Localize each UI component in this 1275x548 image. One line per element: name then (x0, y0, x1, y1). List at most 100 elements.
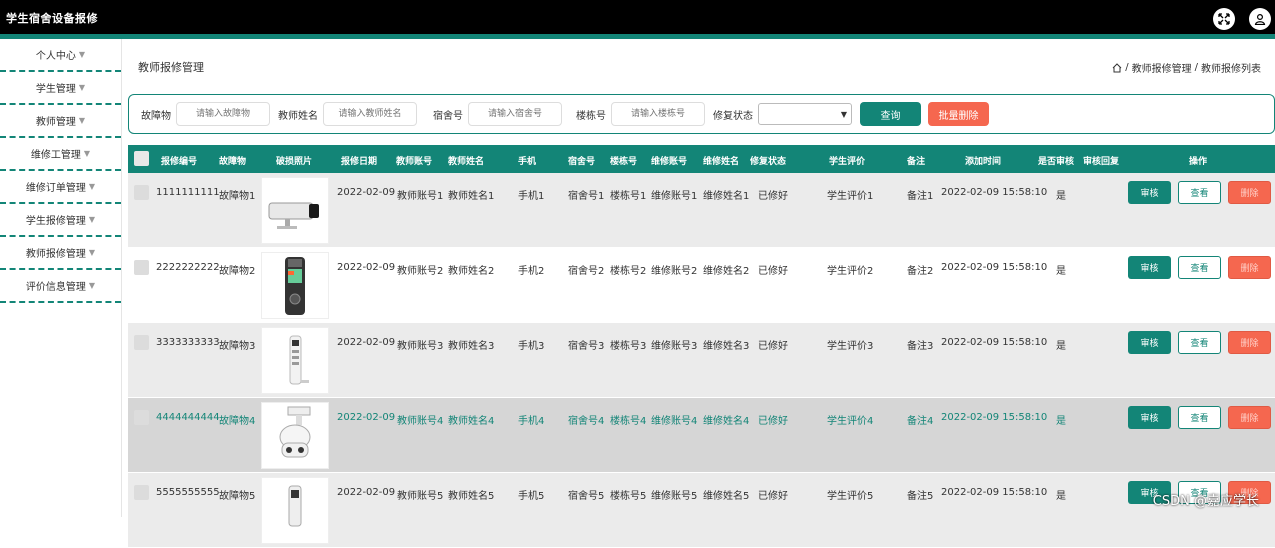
col-teacher-name[interactable]: 教师姓名 (448, 154, 484, 167)
audit-button[interactable]: 审核 (1128, 181, 1171, 204)
damage-photo-camera[interactable] (261, 177, 329, 244)
sidebar-item-label: 学生报修管理 (26, 212, 86, 227)
repair-table: 报修编号 故障物 破损照片 报修日期 教师账号 教师姓名 手机 宿舍号 楼栋号 … (128, 145, 1275, 548)
col-eval[interactable]: 学生评价 (829, 154, 865, 167)
cell-id: 1111111111 (156, 187, 220, 198)
row-checkbox[interactable] (134, 335, 149, 350)
view-button[interactable]: 查看 (1178, 181, 1221, 204)
dorm-input[interactable] (468, 102, 562, 126)
cell-id: 4444444444 (156, 412, 220, 423)
cell-audited: 是 (1056, 337, 1066, 352)
row-checkbox[interactable] (134, 260, 149, 275)
query-button[interactable]: 查询 (860, 102, 921, 126)
fullscreen-icon[interactable] (1213, 8, 1235, 30)
page-title: 教师报修管理 (138, 59, 204, 75)
cell-id: 5555555555 (156, 487, 220, 498)
damage-photo-recorder[interactable] (261, 252, 329, 319)
col-audited[interactable]: 是否审核 (1038, 154, 1074, 167)
cell-dorm: 宿舍号4 (568, 412, 604, 427)
main-content: 教师报修管理 / 教师报修管理 / 教师报修列表 故障物 教师姓名 宿舍号 楼栋… (128, 39, 1275, 517)
batch-delete-button[interactable]: 批量删除 (928, 102, 989, 126)
sidebar-item-teachers[interactable]: 教师管理▼ (0, 105, 121, 138)
col-status[interactable]: 修复状态 (750, 154, 786, 167)
cell-phone: 手机4 (518, 412, 544, 427)
sidebar-item-repair-orders[interactable]: 维修订单管理▼ (0, 171, 121, 204)
audit-button[interactable]: 审核 (1128, 406, 1171, 429)
breadcrumb-level1[interactable]: 教师报修管理 (1132, 60, 1192, 75)
sidebar-item-student-repairs[interactable]: 学生报修管理▼ (0, 204, 121, 237)
cell-status: 已修好 (758, 412, 788, 427)
cell-date: 2022-02-09 (337, 262, 395, 273)
col-repairer-acct[interactable]: 维修账号 (651, 154, 687, 167)
view-button[interactable]: 查看 (1178, 256, 1221, 279)
col-added-time[interactable]: 添加时间 (965, 154, 1001, 167)
cell-dorm: 宿舍号3 (568, 337, 604, 352)
teacher-name-input[interactable] (323, 102, 417, 126)
user-icon[interactable] (1249, 8, 1271, 30)
home-icon[interactable] (1112, 63, 1122, 73)
caret-down-icon: ▼ (79, 116, 85, 125)
audit-button[interactable]: 审核 (1128, 331, 1171, 354)
table-row[interactable]: 2222222222 故障物2 2022-02-09 教师账号2 教师姓名2 手… (128, 248, 1275, 323)
col-repairer-name[interactable]: 维修姓名 (703, 154, 739, 167)
damage-photo-dome-camera[interactable] (261, 402, 329, 469)
row-checkbox[interactable] (134, 410, 149, 425)
building-input[interactable] (611, 102, 705, 126)
fault-item-label: 故障物 (141, 107, 171, 122)
sidebar-item-students[interactable]: 学生管理▼ (0, 72, 121, 105)
col-date[interactable]: 报修日期 (341, 154, 377, 167)
col-note[interactable]: 备注 (907, 154, 925, 167)
sidebar-item-label: 评价信息管理 (26, 278, 86, 293)
cell-note: 备注4 (907, 412, 933, 427)
delete-button[interactable]: 删除 (1228, 256, 1271, 279)
sidebar-item-repairers[interactable]: 维修工管理▼ (0, 138, 121, 171)
view-button[interactable]: 查看 (1178, 331, 1221, 354)
col-id[interactable]: 报修编号 (161, 154, 197, 167)
caret-down-icon: ▼ (79, 50, 85, 59)
delete-button[interactable]: 删除 (1228, 181, 1271, 204)
cell-date: 2022-02-09 (337, 337, 395, 348)
cell-repairer-name: 维修姓名1 (703, 187, 749, 202)
col-phone[interactable]: 手机 (518, 154, 536, 167)
sidebar-item-teacher-repairs[interactable]: 教师报修管理▼ (0, 237, 121, 270)
damage-photo-device[interactable] (261, 477, 329, 544)
table-row[interactable]: 1111111111 故障物1 2022-02-09 教师账号1 教师姓名1 手… (128, 173, 1275, 248)
delete-button[interactable]: 删除 (1228, 331, 1271, 354)
delete-button[interactable]: 删除 (1228, 406, 1271, 429)
cell-teacher-acct: 教师账号4 (397, 412, 443, 427)
caret-down-icon: ▼ (84, 149, 90, 158)
audit-button[interactable]: 审核 (1128, 256, 1171, 279)
cell-audited: 是 (1056, 487, 1066, 502)
watermark: CSDN @嘉应学长 (1153, 490, 1259, 509)
cell-building: 楼栋号5 (610, 487, 646, 502)
table-row[interactable]: 4444444444 故障物4 2022-02-09 教师账号4 教师姓名4 手… (128, 398, 1275, 473)
cell-building: 楼栋号4 (610, 412, 646, 427)
table-row[interactable]: 5555555555 故障物5 2022-02-09 教师账号5 教师姓名5 手… (128, 473, 1275, 548)
sidebar: 个人中心▼ 学生管理▼ 教师管理▼ 维修工管理▼ 维修订单管理▼ 学生报修管理▼… (0, 39, 122, 517)
sidebar-item-label: 个人中心 (36, 47, 76, 62)
row-checkbox[interactable] (134, 485, 149, 500)
col-building[interactable]: 楼栋号 (610, 154, 637, 167)
cell-added-time: 2022-02-09 15:58:10 (941, 262, 1047, 273)
damage-photo-remote[interactable] (261, 327, 329, 394)
fault-item-input[interactable] (176, 102, 270, 126)
cell-eval: 学生评价4 (827, 412, 873, 427)
breadcrumb-separator: / (1195, 62, 1198, 73)
col-teacher-acct[interactable]: 教师账号 (396, 154, 432, 167)
cell-teacher-acct: 教师账号5 (397, 487, 443, 502)
table-row[interactable]: 3333333333 故障物3 2022-02-09 教师账号3 教师姓名3 手… (128, 323, 1275, 398)
repair-status-select[interactable]: ▼ (758, 103, 852, 125)
col-photo: 破损照片 (276, 154, 312, 167)
cell-phone: 手机3 (518, 337, 544, 352)
row-checkbox[interactable] (134, 185, 149, 200)
select-all-checkbox[interactable] (134, 151, 149, 166)
col-dorm[interactable]: 宿舍号 (568, 154, 595, 167)
sidebar-item-evaluations[interactable]: 评价信息管理▼ (0, 270, 121, 303)
col-item[interactable]: 故障物 (219, 154, 246, 167)
cell-note: 备注2 (907, 262, 933, 277)
sidebar-item-label: 维修工管理 (31, 146, 81, 161)
cell-teacher-name: 教师姓名4 (448, 412, 494, 427)
sidebar-item-profile[interactable]: 个人中心▼ (0, 39, 121, 72)
breadcrumb-level2: 教师报修列表 (1201, 60, 1261, 75)
view-button[interactable]: 查看 (1178, 406, 1221, 429)
